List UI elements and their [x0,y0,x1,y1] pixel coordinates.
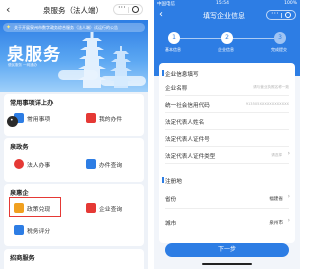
enterprise-form: 企业信息填写 企业名称 请与营业执照名称一致 统一社会信用代码 913505XX… [159,63,295,243]
assistant-icon: • [10,117,14,124]
credit-code-input[interactable]: 913505XXXXXXXXXXXX [246,102,289,106]
menu-item-label: 企业查询 [99,207,123,213]
step-1-label: 基本信息 [165,47,181,52]
step-2-indicator: 2 [221,32,233,44]
step-1-indicator: 1 [168,32,180,44]
chevron-right-icon: › [287,193,290,200]
pagoda-icon [110,46,132,88]
status-bar: 中国电信 15:54 100% [154,0,300,8]
left-title-bar: ‹ 泉服务（法人端） ··· [0,0,148,20]
step-3-indicator: 3 [274,32,286,44]
back-arrow-icon[interactable]: ‹ [6,3,10,16]
field-label-id-type: 法定代表人证件类型 [165,154,216,160]
mini-program-capsule: ··· [266,9,296,20]
step-3-label: 完成提交 [271,47,287,52]
field-label-company-name: 企业名称 [165,86,188,92]
notice-text: 关于开展泉州市数字政务综合服务（法人端）试运行的公告 [14,24,118,30]
step-2-label: 企业信息 [218,47,234,52]
right-phone-screen: 中国电信 15:54 100% ‹ 填写企业信息 ··· 1 2 3 基本信息 … [154,0,300,269]
left-phone-screen: ‹ 泉服务（法人端） ··· ✦ 关于开展泉州市数字政务综合服务（法人端）试运行… [0,0,148,269]
capsule-divider [281,13,282,18]
enterprise-icon [86,203,96,213]
right-page-title: 填写企业信息 [203,12,245,20]
section-title-common: 常用事项详上办 [10,100,54,107]
banner-slogan: 泉服务 [7,45,61,65]
search-icon [86,159,96,169]
divider [165,208,289,209]
left-app-title: 泉服务（法人端） [43,6,103,15]
section-title-enterprise: 泉惠企 [10,190,29,197]
section-title-government: 泉政务 [10,144,29,151]
section-card-partial: 招商服务 [4,249,144,269]
person-icon [14,159,24,169]
company-name-input[interactable]: 请与营业执照名称一致 [253,85,289,90]
field-label-province: 省份 [165,197,177,203]
menu-item-enterprise-query[interactable]: 企业查询 [86,202,142,215]
menu-item-my-cases[interactable]: 我的办件 [86,112,142,125]
capsule-divider [128,7,129,13]
menu-item-label: 税务评分 [27,229,51,235]
notice-bar[interactable]: ✦ 关于开展泉州市数字政务综合服务（法人端）试运行的公告 [3,23,145,32]
tax-icon [14,225,24,235]
province-select[interactable]: 福建省 [269,196,283,202]
floating-assistant-button[interactable]: • [7,116,18,127]
step-connector [232,38,274,39]
next-step-button[interactable]: 下一步 [165,243,289,257]
status-time: 15:54 [216,1,229,6]
form-section-title: 企业信息填写 [165,72,199,78]
hero-banner: ✦ 关于开展泉州市数字政务综合服务（法人端）试运行的公告 泉服务 便民服务 一网… [0,20,148,92]
chevron-right-icon: › [287,217,290,224]
divider [165,163,289,164]
menu-item-label: 我的办件 [99,117,123,123]
highlight-box [9,197,61,217]
close-target-icon[interactable] [132,6,139,13]
chevron-right-icon: › [287,150,290,157]
menu-item-label: 法人办事 [27,163,51,169]
field-label-legal-rep-name: 法定代表人姓名 [165,120,205,126]
section-card-common: 常用事项详上办 常用事项 我的办件 [4,94,144,136]
folder-icon [86,113,96,123]
mini-program-capsule: ··· [113,3,143,15]
menu-item-tax-score[interactable]: 税务评分 [14,224,72,237]
section-card-government: 泉政务 法人办事 办件查询 [4,138,144,182]
back-arrow-icon[interactable]: ‹ [159,9,163,20]
more-icon[interactable]: ··· [271,9,279,18]
section-accent [162,70,164,76]
menu-item-label: 办件查询 [99,163,123,169]
divider [165,129,289,130]
field-label-city: 城市 [165,221,177,227]
menu-item-legal-affairs[interactable]: 法人办事 [14,158,72,171]
field-label-credit-code: 统一社会信用代码 [165,103,210,109]
field-label-legal-rep-id: 法定代表人证件号 [165,137,210,143]
banner-subtitle: 便民服务 一网通办 [8,63,38,67]
close-target-icon[interactable] [285,12,291,18]
id-type-select[interactable]: 请选择 [271,153,282,158]
home-indicator [202,263,252,265]
menu-item-case-query[interactable]: 办件查询 [86,158,142,171]
section-accent [162,177,164,183]
menu-item-common-matters[interactable]: 常用事项 [14,112,72,125]
menu-item-label: 常用事项 [27,117,51,123]
more-icon[interactable]: ··· [118,3,126,12]
divider [165,146,289,147]
divider [165,95,289,96]
pagoda-icon [78,32,106,88]
step-connector [180,38,222,39]
battery-level: 100% [284,1,297,6]
announcement-icon: ✦ [6,24,12,31]
registration-section-title: 注册地 [165,179,182,185]
divider [165,112,289,113]
carrier-label: 中国电信 [157,2,175,7]
city-select[interactable]: 泉州市 [269,220,283,226]
section-title-cut: 招商服务 [10,255,35,262]
